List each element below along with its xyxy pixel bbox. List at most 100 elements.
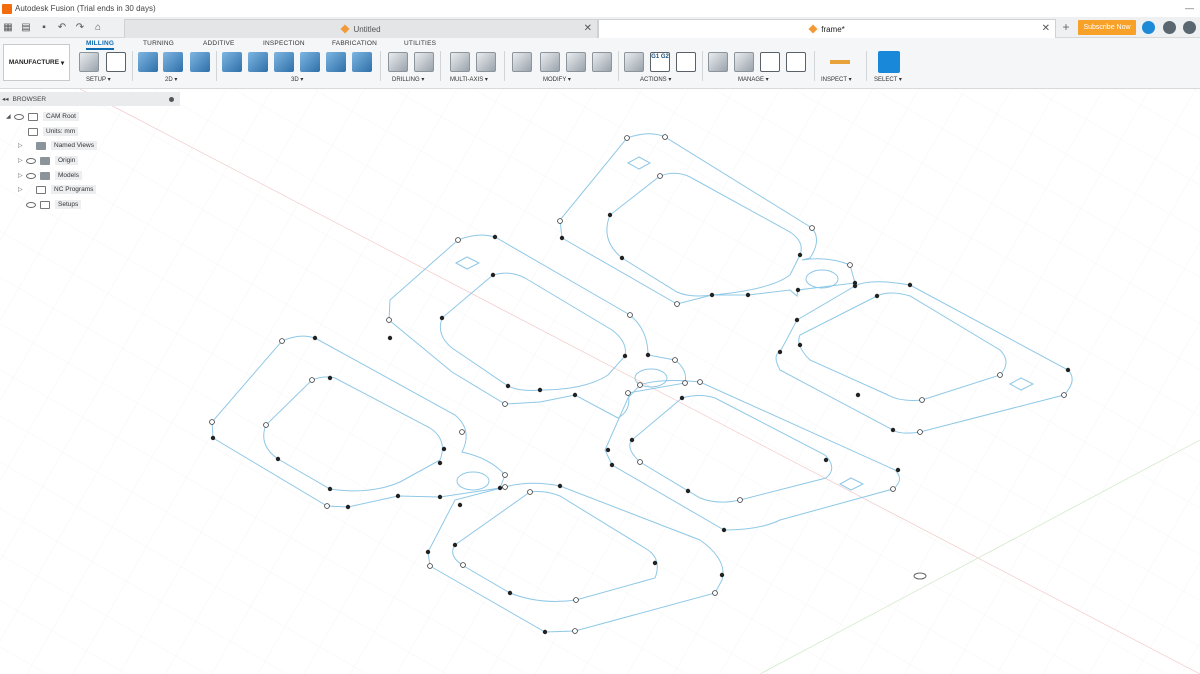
browser-node-label: Units: mm (43, 127, 79, 136)
tab-fabrication[interactable]: FABRICATION (332, 40, 377, 47)
group-manage[interactable]: MANAGE ▾ (738, 76, 769, 83)
eye-icon[interactable] (26, 201, 36, 208)
browser-node-models[interactable]: ▷ Models (18, 169, 82, 182)
drill-icon[interactable] (388, 52, 408, 72)
3d-steep-icon[interactable] (352, 52, 372, 72)
folder-setup-icon[interactable] (79, 52, 99, 72)
separator (866, 51, 867, 81)
redo-icon[interactable]: ↷ (74, 22, 86, 33)
post-library-icon[interactable] (786, 52, 806, 72)
3d-contour-icon[interactable] (300, 52, 320, 72)
subscribe-button[interactable]: Subscribe Now (1078, 20, 1136, 35)
save-icon[interactable]: ▪ (38, 22, 50, 33)
title-bar: Autodesk Fusion (Trial ends in 30 days) … (0, 0, 1200, 17)
tab-frame[interactable]: frame* ✕ (598, 19, 1056, 38)
tab-turning[interactable]: TURNING (143, 40, 174, 47)
setup-sheet-doc-icon[interactable] (676, 52, 696, 72)
grid-menu-icon[interactable]: ▦ (2, 22, 14, 33)
undo-icon[interactable]: ↶ (56, 22, 68, 33)
hole-recognition-icon[interactable] (414, 52, 434, 72)
setup-folder-icon (40, 200, 50, 209)
grid-plane (0, 89, 1200, 674)
home-icon[interactable]: ⌂ (92, 22, 104, 33)
browser-node-units[interactable]: Units: mm (20, 125, 79, 138)
pin-icon[interactable] (169, 97, 174, 102)
model-icon (40, 171, 50, 180)
group-2d[interactable]: 2D ▾ (165, 76, 177, 83)
group-multi-axis[interactable]: MULTI-AXIS ▾ (450, 76, 488, 83)
setup-sheet-icon[interactable] (106, 52, 126, 72)
document-tab-bar: ▦ ▤ ▪ ↶ ↷ ⌂ Untitled ✕ frame* ✕ + Subscr… (0, 17, 1200, 38)
canvas-viewport[interactable] (0, 89, 1200, 674)
tab-utilities[interactable]: UTILITIES (404, 40, 436, 47)
3d-parallel-icon[interactable] (274, 52, 294, 72)
group-select[interactable]: SELECT ▾ (874, 76, 902, 83)
browser-node-cam-root[interactable]: ◢ CAM Root (6, 110, 79, 123)
collapse-icon[interactable]: ◂◂ (2, 95, 9, 103)
group-drilling[interactable]: DRILLING ▾ (392, 76, 424, 83)
3d-adaptive-icon[interactable] (222, 52, 242, 72)
eye-icon[interactable] (26, 157, 36, 164)
browser-node-label: Models (55, 171, 82, 180)
clock-icon[interactable] (1163, 21, 1176, 34)
new-tab-icon[interactable]: + (1059, 21, 1073, 35)
close-tab-icon[interactable]: ✕ (1042, 23, 1050, 34)
account-icon[interactable] (1142, 21, 1155, 34)
post-process-g1g2-icon[interactable]: G1 G2 (650, 52, 670, 72)
2d-adaptive-icon[interactable] (138, 52, 158, 72)
minimize-button[interactable]: — (1185, 3, 1194, 13)
folder-icon (36, 141, 46, 150)
separator (814, 51, 815, 81)
template-library-icon[interactable] (760, 52, 780, 72)
measure-icon[interactable] (830, 52, 850, 72)
browser-header[interactable]: ◂◂ BROWSER (0, 92, 180, 106)
close-tab-icon[interactable]: ✕ (584, 23, 592, 34)
expand-triangle-icon[interactable]: ▷ (18, 186, 26, 193)
collapse-triangle-icon[interactable]: ◢ (6, 113, 14, 120)
group-modify[interactable]: MODIFY ▾ (543, 76, 571, 83)
eye-icon[interactable] (14, 113, 24, 120)
select-cursor-icon[interactable] (878, 51, 900, 73)
cube-icon (340, 24, 350, 34)
swarf-icon[interactable] (476, 52, 496, 72)
tool-icon[interactable] (566, 52, 586, 72)
expand-triangle-icon[interactable]: ▷ (18, 142, 26, 149)
browser-node-named-views[interactable]: ▷ Named Views (18, 139, 97, 152)
tab-milling[interactable]: MILLING (86, 40, 115, 50)
tab-inspection[interactable]: INSPECTION (263, 40, 305, 47)
separator (380, 51, 381, 81)
workspace-switcher[interactable]: MANUFACTURE ▾ (3, 44, 70, 81)
browser-node-origin[interactable]: ▷ Origin (18, 154, 79, 167)
group-inspect[interactable]: INSPECT ▾ (821, 76, 852, 83)
2d-contour-icon[interactable] (190, 52, 210, 72)
eye-icon[interactable] (26, 172, 36, 179)
browser-node-setups[interactable]: Setups (26, 198, 82, 211)
delete-toolpath-icon[interactable] (540, 52, 560, 72)
tab-untitled[interactable]: Untitled ✕ (124, 19, 598, 38)
multiaxis-contour-icon[interactable] (450, 52, 470, 72)
nc-program-icon (36, 185, 46, 194)
pattern-icon[interactable] (592, 52, 612, 72)
browser-node-nc-programs[interactable]: ▷ NC Programs (18, 183, 97, 196)
separator (618, 51, 619, 81)
group-setup[interactable]: SETUP ▾ (86, 76, 111, 83)
machine-library-icon[interactable] (734, 52, 754, 72)
notifications-icon[interactable] (1183, 21, 1196, 34)
browser-node-label: NC Programs (51, 185, 97, 194)
2d-pocket-icon[interactable] (163, 52, 183, 72)
3d-scallop-icon[interactable] (326, 52, 346, 72)
file-icon[interactable]: ▤ (20, 22, 32, 33)
group-3d[interactable]: 3D ▾ (291, 76, 303, 83)
separator (702, 51, 703, 81)
group-actions[interactable]: ACTIONS ▾ (640, 76, 671, 83)
toolpath-trim-icon[interactable] (512, 52, 532, 72)
expand-triangle-icon[interactable]: ▷ (18, 157, 26, 164)
tool-library-icon[interactable] (708, 52, 728, 72)
3d-pocket-icon[interactable] (248, 52, 268, 72)
separator (440, 51, 441, 81)
simulate-icon[interactable] (624, 52, 644, 72)
expand-triangle-icon[interactable]: ▷ (18, 172, 26, 179)
separator (132, 51, 133, 81)
tab-additive[interactable]: ADDITIVE (203, 40, 235, 47)
ribbon: MANUFACTURE ▾ MILLING TURNING ADDITIVE I… (0, 38, 1200, 89)
